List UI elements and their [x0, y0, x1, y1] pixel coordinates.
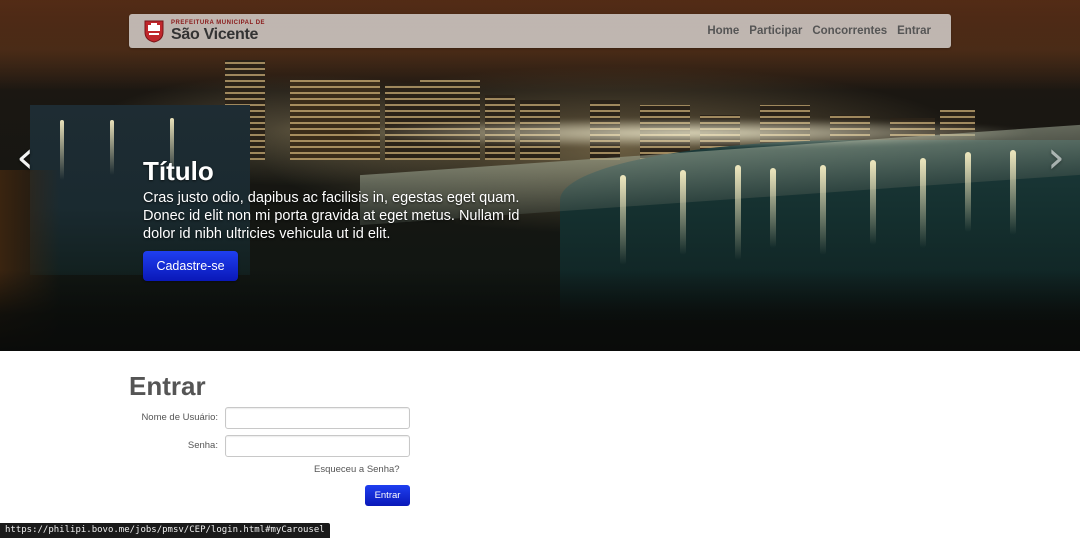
browser-status-url: https://philipi.bovo.me/jobs/pmsv/CEP/lo… — [0, 523, 330, 538]
carousel-next-icon[interactable]: › — [1041, 135, 1071, 181]
hero-lights — [340, 118, 1040, 148]
username-input[interactable] — [225, 407, 410, 429]
login-heading: Entrar — [129, 371, 206, 401]
nav-link-home[interactable]: Home — [707, 25, 739, 37]
register-button[interactable]: Cadastre-se — [143, 251, 238, 281]
nav-link-entrar[interactable]: Entrar — [897, 25, 931, 37]
carousel-prev-icon[interactable]: ‹ — [10, 135, 40, 181]
site-logo[interactable]: Prefeitura Municipal de São Vicente — [143, 18, 265, 44]
login-submit-button[interactable]: Entrar — [365, 485, 410, 506]
username-row: Nome de Usuário: — [129, 407, 410, 429]
login-section: Entrar Nome de Usuário: Senha: Esqueceu … — [129, 365, 429, 506]
nav-link-concorrentes[interactable]: Concorrentes — [812, 25, 887, 37]
logo-title: São Vicente — [171, 25, 259, 43]
hero-foliage — [0, 270, 1080, 351]
nav-link-participar[interactable]: Participar — [749, 25, 802, 37]
password-input[interactable] — [225, 435, 410, 457]
password-row: Senha: — [129, 435, 410, 457]
logo-text: Prefeitura Municipal de São Vicente — [171, 20, 265, 43]
nav-menu: Home Participar Concorrentes Entrar — [707, 14, 931, 48]
crest-icon — [143, 19, 165, 43]
logo-subtitle: Prefeitura Municipal de — [171, 19, 266, 26]
carousel-caption: Título Cras justo odio, dapibus ac facil… — [143, 155, 543, 243]
forgot-password-link[interactable]: Esqueceu a Senha? — [314, 464, 400, 475]
username-label: Nome de Usuário: — [141, 412, 218, 423]
navbar: Prefeitura Municipal de São Vicente Home… — [129, 14, 951, 48]
carousel-text: Cras justo odio, dapibus ac facilisis in… — [143, 190, 520, 242]
carousel-title: Título — [143, 156, 214, 186]
password-label: Senha: — [187, 440, 218, 451]
